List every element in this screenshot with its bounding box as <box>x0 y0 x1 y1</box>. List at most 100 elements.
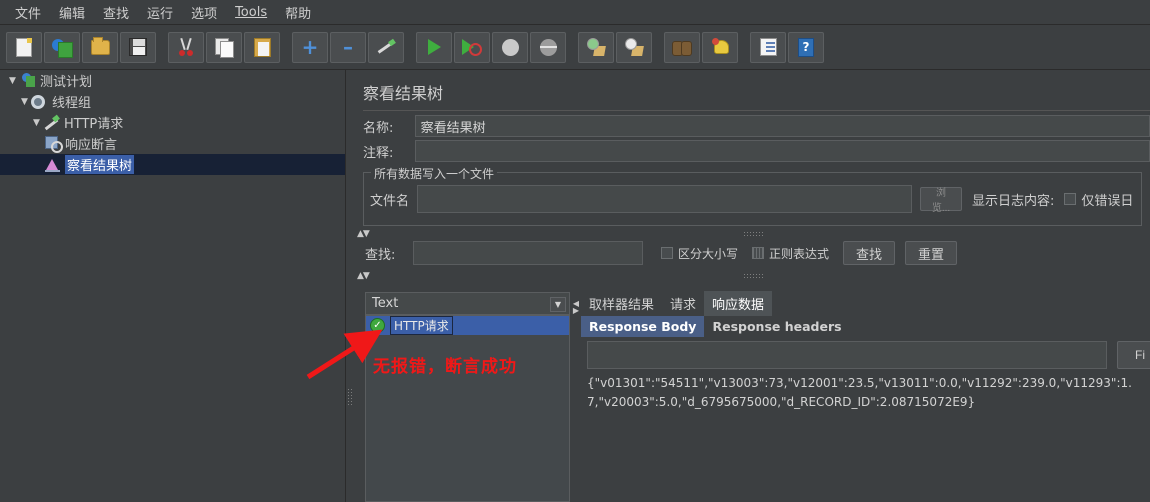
tree-node-http-request[interactable]: ▼ HTTP请求 <box>0 112 345 133</box>
splitter-collapse-arrows[interactable]: ▲▼ <box>357 271 370 281</box>
menu-item-edit[interactable]: 编辑 <box>50 0 94 25</box>
toggle-button[interactable] <box>368 31 404 63</box>
view-results-tree-panel: 察看结果树 名称: 注释: 所有数据写入一个文件 文件名 浏览... 显示日志内… <box>355 70 1150 502</box>
splitter-grip-handle[interactable] <box>742 230 765 237</box>
copy-button[interactable] <box>206 31 242 63</box>
name-row: 名称: <box>363 115 1150 137</box>
view-results-tree-icon <box>44 156 62 173</box>
reset-search-icon <box>711 38 729 56</box>
tab-sampler-result[interactable]: 取样器结果 <box>581 291 662 316</box>
expand-all-button[interactable]: + <box>292 31 328 63</box>
horizontal-splitter-1[interactable]: ▲▼ <box>357 228 1150 239</box>
tree-node-label: 线程组 <box>52 96 92 111</box>
clear-all-button[interactable] <box>616 31 652 63</box>
test-plan-tree[interactable]: ▼ 测试计划 ▼ 线程组 ▼ HTTP请求 响应断言 察看结果树 <box>0 70 346 502</box>
browse-button[interactable]: 浏览... <box>920 187 963 214</box>
jmeter-window: 文件 编辑 查找 运行 选项 Tools 帮助 + – ? ▼ 测试计划 ▼ 线… <box>0 0 1150 502</box>
function-helper-icon <box>759 38 777 56</box>
find-button[interactable]: 查找 <box>843 241 896 265</box>
list-item[interactable]: ✓ HTTP请求 <box>366 316 569 335</box>
results-tree-list[interactable]: ✓ HTTP请求 <box>365 315 570 502</box>
errors-only-checkbox[interactable] <box>1064 193 1077 205</box>
cut-button[interactable] <box>168 31 204 63</box>
list-item-label: HTTP请求 <box>390 316 453 335</box>
paste-button[interactable] <box>244 31 280 63</box>
tree-node-response-assertion[interactable]: 响应断言 <box>0 133 345 154</box>
tree-node-test-plan[interactable]: ▼ 测试计划 <box>0 70 345 91</box>
menu-item-tools[interactable]: Tools <box>226 2 276 23</box>
menu-item-file[interactable]: 文件 <box>6 0 50 25</box>
results-area: Text ▼ ✓ HTTP请求 ◀ ▶ 取样器结果 请求 响应数据 Respon… <box>355 291 1150 502</box>
reset-button[interactable]: 重置 <box>905 241 958 265</box>
vertical-splitter[interactable] <box>346 70 354 502</box>
start-no-pauses-button[interactable] <box>454 31 490 63</box>
menu-bar: 文件 编辑 查找 运行 选项 Tools 帮助 <box>0 0 1150 25</box>
save-button[interactable] <box>120 31 156 63</box>
response-body-text: {"v01301":"54511","v13003":73,"v12001":2… <box>581 374 1150 502</box>
chevron-right-icon[interactable]: ▶ <box>573 307 579 315</box>
subtab-response-headers[interactable]: Response headers <box>704 316 849 337</box>
menu-item-tools-label: Tools <box>235 4 268 20</box>
search-input[interactable] <box>413 241 643 265</box>
tab-response-data[interactable]: 响应数据 <box>704 291 773 316</box>
name-input[interactable] <box>414 115 1150 137</box>
new-icon <box>16 37 32 57</box>
help-button[interactable]: ? <box>788 31 824 63</box>
menu-item-search[interactable]: 查找 <box>94 0 138 25</box>
result-tabs: 取样器结果 请求 响应数据 <box>581 291 1150 316</box>
comment-input[interactable] <box>414 140 1150 162</box>
renderer-dropdown[interactable]: Text ▼ <box>365 292 570 315</box>
test-plan-icon <box>19 72 37 89</box>
tree-node-label: 响应断言 <box>65 138 118 153</box>
shutdown-icon <box>539 38 557 56</box>
case-sensitive-label: 区分大小写 <box>678 246 739 261</box>
horizontal-splitter-2[interactable]: ▲▼ <box>357 270 1150 281</box>
templates-button[interactable] <box>44 31 80 63</box>
toolbar: + – ? <box>0 25 1150 70</box>
case-sensitive-checkbox[interactable] <box>661 247 673 259</box>
menu-item-options[interactable]: 选项 <box>182 0 226 25</box>
help-icon: ? <box>798 37 814 57</box>
response-find-bar: Fi <box>581 338 1150 372</box>
chevron-down-icon[interactable]: ▼ <box>6 76 19 86</box>
start-no-pauses-icon <box>462 38 482 56</box>
collapse-all-button[interactable]: – <box>330 31 366 63</box>
toolbar-separator-5 <box>654 32 664 63</box>
toolbar-separator-1 <box>158 32 168 63</box>
start-button[interactable] <box>416 31 452 63</box>
shutdown-button[interactable] <box>530 31 566 63</box>
splitter-grip-handle[interactable] <box>742 272 765 279</box>
toggle-icon <box>376 38 396 56</box>
tree-node-thread-group[interactable]: ▼ 线程组 <box>0 91 345 112</box>
tree-node-label: HTTP请求 <box>64 117 124 132</box>
start-icon <box>427 39 441 55</box>
search-bar: 查找: 区分大小写 正则表达式 查找 重置 <box>365 239 1150 267</box>
chevron-down-icon[interactable]: ▼ <box>550 297 566 312</box>
menu-item-run[interactable]: 运行 <box>138 0 182 25</box>
expand-all-icon: + <box>301 35 319 59</box>
tree-node-view-results-tree[interactable]: 察看结果树 <box>0 154 345 175</box>
function-helper-button[interactable] <box>750 31 786 63</box>
reset-search-button[interactable] <box>702 31 738 63</box>
regex-checkbox[interactable] <box>752 247 765 259</box>
chevron-down-icon[interactable]: ▼ <box>18 97 31 107</box>
toolbar-separator-4 <box>568 32 578 63</box>
tab-collapse-control[interactable]: ◀ ▶ <box>571 292 581 322</box>
splitter-collapse-arrows[interactable]: ▲▼ <box>357 229 370 239</box>
subtab-response-body[interactable]: Response Body <box>581 316 705 337</box>
response-find-input[interactable] <box>587 341 1107 369</box>
menu-item-help[interactable]: 帮助 <box>276 0 320 25</box>
response-find-button[interactable]: Fi <box>1117 341 1150 369</box>
name-label: 名称: <box>363 120 394 136</box>
stop-button[interactable] <box>492 31 528 63</box>
new-button[interactable] <box>6 31 42 63</box>
search-button[interactable] <box>664 31 700 63</box>
clear-all-icon <box>624 37 644 57</box>
chevron-down-icon[interactable]: ▼ <box>30 118 43 128</box>
clear-button[interactable] <box>578 31 614 63</box>
splitter-grip-handle[interactable] <box>347 388 353 406</box>
tab-request[interactable]: 请求 <box>662 291 704 316</box>
open-button[interactable] <box>82 31 118 63</box>
filename-input[interactable] <box>417 185 913 213</box>
search-label: 查找: <box>365 247 396 263</box>
